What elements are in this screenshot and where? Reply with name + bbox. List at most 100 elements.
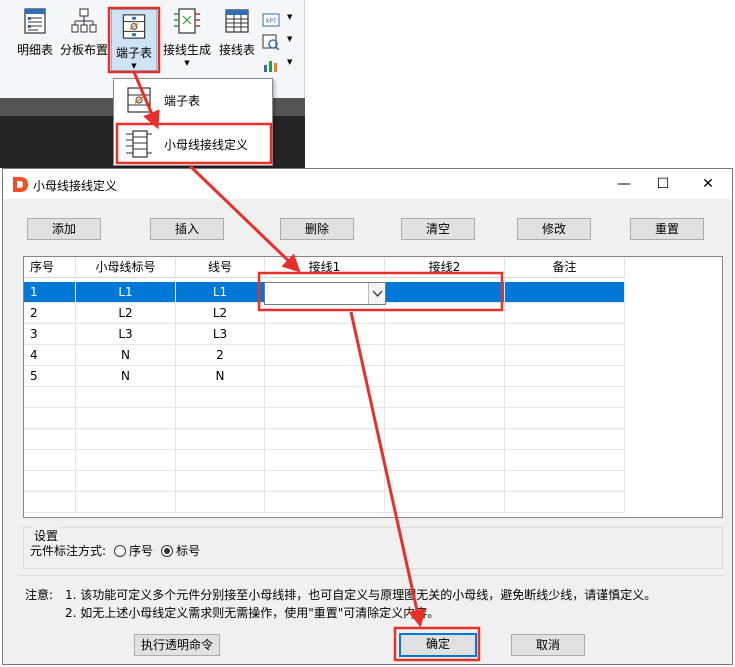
cell-wiring-2[interactable]: [385, 408, 505, 429]
cell-serial[interactable]: 3: [24, 324, 76, 345]
column-header-serial[interactable]: 序号: [24, 257, 76, 278]
cell-remark[interactable]: [505, 345, 625, 366]
ribbon-button-wiring-generate[interactable]: 接线生成 ▼: [161, 6, 213, 72]
cell-wiring-1[interactable]: [265, 387, 385, 408]
add-button[interactable]: 添加: [27, 218, 101, 240]
menu-item-terminal-table[interactable]: 端子表: [118, 82, 268, 118]
column-header-wire-number[interactable]: 线号: [176, 257, 265, 278]
cell-remark[interactable]: [505, 282, 625, 303]
cell-wiring-2[interactable]: [385, 492, 505, 513]
table-row[interactable]: 3 L3 L3: [24, 324, 722, 345]
cell-wiring-1[interactable]: [265, 450, 385, 471]
close-button[interactable]: ✕: [693, 173, 723, 195]
cell-wiring-2[interactable]: [385, 303, 505, 324]
maximize-button[interactable]: ☐: [648, 173, 678, 195]
cell-wiring-2[interactable]: [385, 450, 505, 471]
cell-wiring-1[interactable]: [265, 345, 385, 366]
cell-wiring-1[interactable]: [265, 324, 385, 345]
cell-wiring-2[interactable]: [385, 324, 505, 345]
ok-button[interactable]: 确定: [399, 633, 477, 657]
cell-remark[interactable]: [505, 408, 625, 429]
cell-wiring-1[interactable]: [265, 408, 385, 429]
cell-serial[interactable]: 2: [24, 303, 76, 324]
cell-wiring-1[interactable]: [265, 492, 385, 513]
table-row[interactable]: 5NN: [24, 366, 722, 387]
execute-transparent-command-button[interactable]: 执行透明命令: [134, 634, 220, 656]
cell-wire-number[interactable]: L2: [176, 303, 265, 324]
cell-remark[interactable]: [505, 429, 625, 450]
cell-remark[interactable]: [505, 387, 625, 408]
cell-wiring-1[interactable]: [265, 303, 385, 324]
insert-button[interactable]: 插入: [150, 218, 224, 240]
clear-button[interactable]: 清空: [401, 218, 475, 240]
cell-wire-number[interactable]: 2: [176, 345, 265, 366]
column-header-wiring-2[interactable]: 接线2: [385, 257, 505, 278]
cell-busbar-tag[interactable]: [76, 408, 176, 429]
cell-wiring-1[interactable]: [265, 366, 385, 387]
cell-busbar-tag[interactable]: [76, 387, 176, 408]
ribbon-button-wiring-table[interactable]: 接线表: [216, 6, 258, 72]
ribbon-mini-button-preview[interactable]: ▼: [262, 34, 302, 52]
modify-button[interactable]: 修改: [517, 218, 591, 240]
cell-wiring-2[interactable]: [385, 429, 505, 450]
ribbon-mini-button-xpt[interactable]: XPT ▼: [262, 12, 302, 30]
ribbon-button-board-layout[interactable]: 分板布置: [58, 6, 110, 72]
cancel-button[interactable]: 取消: [511, 634, 585, 656]
cell-remark[interactable]: [505, 324, 625, 345]
cell-wiring-2[interactable]: [385, 366, 505, 387]
reset-button[interactable]: 重置: [630, 218, 704, 240]
column-header-wiring-1[interactable]: 接线1: [265, 257, 385, 278]
cell-remark[interactable]: [505, 471, 625, 492]
cell-wiring-2[interactable]: [385, 387, 505, 408]
table-row[interactable]: 2 L2 L2: [24, 303, 722, 324]
cell-busbar-tag[interactable]: [76, 450, 176, 471]
cell-serial[interactable]: [24, 408, 76, 429]
cell-busbar-tag[interactable]: N: [76, 366, 176, 387]
column-header-remark[interactable]: 备注: [505, 257, 625, 278]
cell-wire-number[interactable]: [176, 492, 265, 513]
cell-wire-number[interactable]: N: [176, 366, 265, 387]
empty-table-row[interactable]: [24, 471, 722, 492]
cell-remark[interactable]: [505, 492, 625, 513]
cell-wire-number[interactable]: [176, 450, 265, 471]
cell-busbar-tag[interactable]: L1: [76, 282, 176, 303]
cell-serial[interactable]: [24, 450, 76, 471]
ribbon-button-detail-table[interactable]: 明细表: [14, 6, 56, 72]
ribbon-mini-button-chart[interactable]: ▼: [262, 57, 302, 75]
empty-table-row[interactable]: [24, 408, 722, 429]
minimize-button[interactable]: —: [609, 173, 639, 195]
cell-busbar-tag[interactable]: N: [76, 345, 176, 366]
radio-serial[interactable]: [114, 544, 127, 557]
cell-wire-number[interactable]: [176, 429, 265, 450]
empty-table-row[interactable]: [24, 387, 722, 408]
cell-remark[interactable]: [505, 366, 625, 387]
cell-remark[interactable]: [505, 303, 625, 324]
radio-tag-label[interactable]: 标号: [176, 542, 200, 559]
table-row[interactable]: 4N2: [24, 345, 722, 366]
empty-table-row[interactable]: [24, 429, 722, 450]
empty-table-row[interactable]: [24, 492, 722, 513]
cell-serial[interactable]: [24, 387, 76, 408]
cell-wire-number[interactable]: [176, 471, 265, 492]
cell-serial[interactable]: [24, 471, 76, 492]
cell-wire-number[interactable]: [176, 387, 265, 408]
cell-wiring-1[interactable]: [265, 471, 385, 492]
chevron-down-icon[interactable]: [368, 283, 385, 304]
ribbon-button-terminal-table[interactable]: 端子表 ▼: [111, 9, 157, 71]
busbar-grid[interactable]: 序号 小母线标号 线号 接线1 接线2 备注 1 L1 L1 2 L2 L2 3 L3 L3 4 N…: [23, 256, 723, 518]
cell-serial[interactable]: [24, 429, 76, 450]
cell-wire-number[interactable]: L3: [176, 324, 265, 345]
cell-busbar-tag[interactable]: [76, 492, 176, 513]
cell-wiring-1[interactable]: [265, 429, 385, 450]
cell-serial[interactable]: 5: [24, 366, 76, 387]
column-header-busbar-tag[interactable]: 小母线标号: [76, 257, 176, 278]
cell-serial[interactable]: 1: [24, 282, 76, 303]
cell-wire-number[interactable]: [176, 408, 265, 429]
cell-serial[interactable]: 4: [24, 345, 76, 366]
radio-serial-label[interactable]: 序号: [129, 542, 153, 559]
cell-busbar-tag[interactable]: [76, 471, 176, 492]
cell-remark[interactable]: [505, 450, 625, 471]
delete-button[interactable]: 删除: [280, 218, 354, 240]
radio-tag[interactable]: [161, 544, 174, 557]
dialog-titlebar[interactable]: 小母线接线定义 — ☐ ✕: [3, 169, 732, 199]
